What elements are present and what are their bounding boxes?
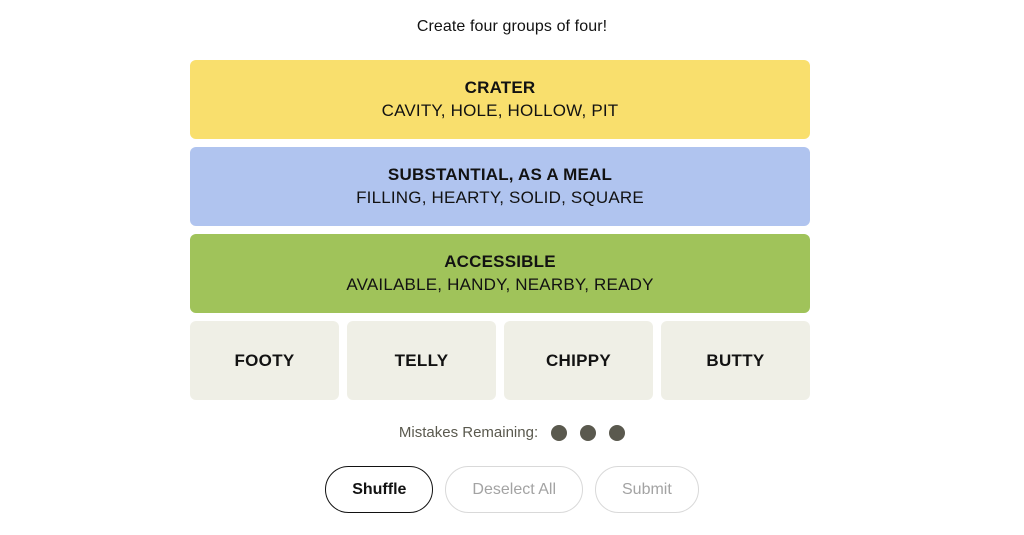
mistake-dot-icon — [551, 425, 568, 441]
connections-game-board: Create four groups of four! CRATER CAVIT… — [0, 0, 1024, 535]
mistake-dots — [551, 425, 626, 441]
page-title: Create four groups of four! — [416, 18, 608, 35]
solved-group-title: SUBSTANTIAL, AS A MEAL — [387, 165, 613, 184]
game-controls: Shuffle Deselect All Submit — [0, 466, 1024, 513]
remaining-tiles-row: FOOTY TELLY CHIPPY BUTTY — [190, 321, 810, 400]
solved-group-title: CRATER — [464, 78, 536, 97]
deselect-all-button[interactable]: Deselect All — [445, 466, 583, 513]
mistakes-remaining: Mistakes Remaining: — [0, 423, 1024, 443]
mistakes-remaining-label: Mistakes Remaining: — [398, 424, 539, 441]
mistake-dot-icon — [580, 425, 597, 441]
mistake-dot-icon — [609, 425, 626, 441]
solved-group-yellow: CRATER CAVITY, HOLE, HOLLOW, PIT — [190, 60, 810, 139]
solved-group-blue: SUBSTANTIAL, AS A MEAL FILLING, HEARTY, … — [190, 147, 810, 226]
solved-group-members: FILLING, HEARTY, SOLID, SQUARE — [356, 188, 644, 207]
solved-group-title: ACCESSIBLE — [444, 252, 556, 271]
solved-group-members: AVAILABLE, HANDY, NEARBY, READY — [346, 275, 654, 294]
word-tile-chippy[interactable]: CHIPPY — [504, 321, 653, 400]
word-tile-footy[interactable]: FOOTY — [190, 321, 339, 400]
submit-button[interactable]: Submit — [595, 466, 699, 513]
word-tile-telly[interactable]: TELLY — [347, 321, 496, 400]
word-tile-butty[interactable]: BUTTY — [661, 321, 810, 400]
puzzle-grid: CRATER CAVITY, HOLE, HOLLOW, PIT SUBSTAN… — [190, 60, 810, 408]
solved-group-green: ACCESSIBLE AVAILABLE, HANDY, NEARBY, REA… — [190, 234, 810, 313]
solved-group-members: CAVITY, HOLE, HOLLOW, PIT — [381, 101, 619, 120]
shuffle-button[interactable]: Shuffle — [325, 466, 434, 513]
